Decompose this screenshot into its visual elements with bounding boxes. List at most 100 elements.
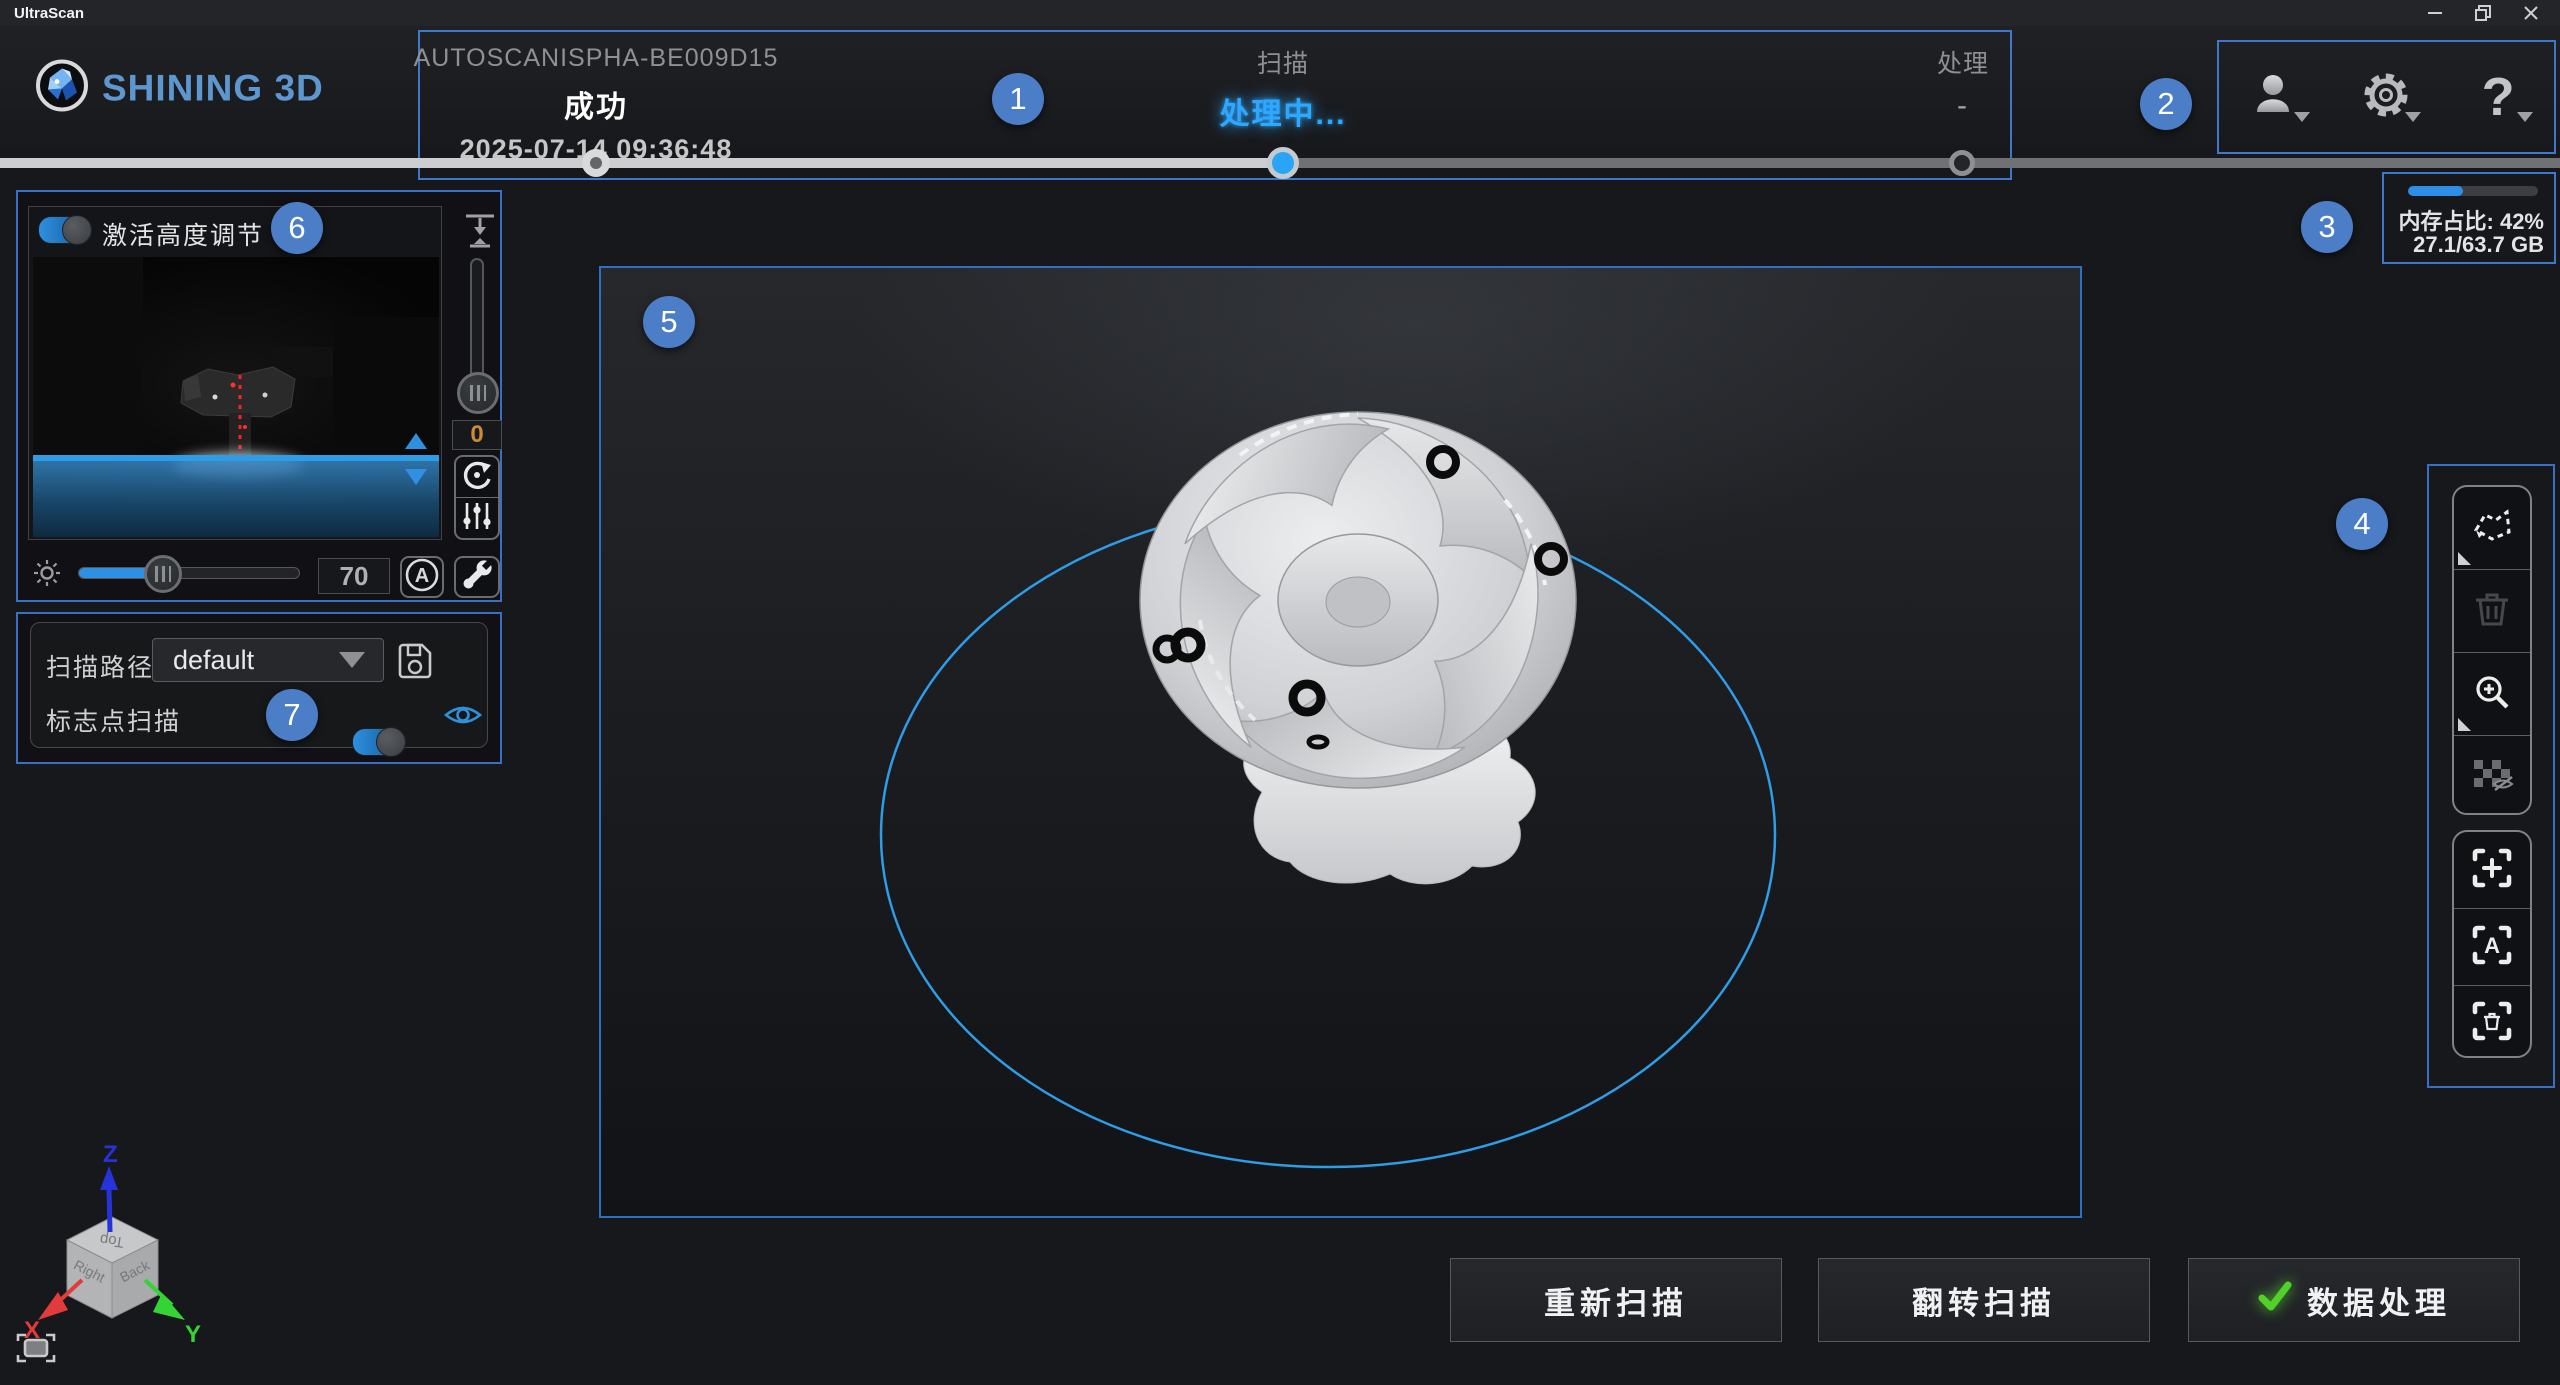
svg-text:A: A [2484,933,2500,958]
user-caret-icon [2294,112,2310,122]
brightness-icon [32,558,62,593]
height-cut-region [33,461,439,537]
cube-face-top-label: Top [99,1230,125,1250]
brand-name: SHINING 3D [102,67,324,109]
lasso-select-icon [2470,506,2514,551]
reset-rotation-button[interactable] [454,455,500,499]
annotation-badge-7: 7 [266,689,318,741]
height-adjust-toggle-label: 激活高度调节 [102,216,264,252]
brightness-slider-knob[interactable] [144,555,182,593]
annotation-badge-5: 5 [643,296,695,348]
knob-grip-lines [470,385,486,401]
camera-preview [33,257,439,537]
zoom-tool-button[interactable] [2454,653,2530,736]
close-button[interactable] [2516,2,2546,24]
wizard-node-active [1267,147,1299,179]
memory-bar-fill [2408,186,2463,196]
height-value-field[interactable]: 0 [452,420,502,450]
user-menu-button[interactable] [2240,62,2310,132]
memory-usage-label: 27.1/63.7 GB [2413,232,2544,258]
view-tool-group: A [2452,830,2532,1058]
annotation-badge-6: 6 [271,202,323,254]
floppy-save-icon [396,642,434,680]
help-icon: ? [2482,70,2515,124]
scan-path-select[interactable]: default [152,638,384,682]
arrow-down-icon [405,469,427,485]
equalizer-icon [460,499,494,538]
data-process-button[interactable]: 数据处理 [2188,1258,2520,1342]
settings-caret-icon [2405,112,2421,122]
step-scan-label: 扫描 [1023,44,1543,80]
annotation-badge-4: 4 [2336,498,2388,550]
frame-a-icon: A [2471,924,2513,971]
wizard-node-pending [1949,150,1975,176]
save-path-button[interactable] [396,642,434,685]
app-title: UltraScan [14,5,84,22]
flip-scan-button-label: 翻转扫描 [1912,1278,2056,1323]
checkerboard-eye-off-icon [2470,754,2514,799]
eye-icon [444,698,482,732]
annotation-badge-2: 2 [2140,78,2192,130]
auto-align-button[interactable]: A [2454,909,2530,986]
annotation-badge-3: 3 [2301,201,2353,253]
flyout-corner-indicator [2458,552,2471,565]
rescan-button-label: 重新扫描 [1544,1278,1688,1323]
trash-icon [2472,589,2512,634]
rescan-button[interactable]: 重新扫描 [1450,1258,1782,1342]
brightness-slider-track[interactable] [78,567,300,579]
wizard-node-done [582,149,610,177]
annotation-badge-1: 1 [992,73,1044,125]
account-toolbar: ? [2217,40,2556,154]
titlebar: UltraScan [0,0,2560,26]
brightness-value-field[interactable]: 70 [318,558,390,594]
scan-3d-viewport[interactable] [599,266,2082,1218]
brand-logo: SHINING 3D [36,60,324,117]
memory-usage-panel: 内存占比: 42% 27.1/63.7 GB [2382,172,2556,264]
selection-tool-group [2452,485,2532,815]
camera-settings-button[interactable] [454,498,500,540]
scan-path-label: 扫描路径 [46,648,154,684]
svg-text:A: A [415,565,429,587]
step-project-status: 成功 [336,82,856,126]
help-menu-button[interactable]: ? [2463,62,2533,132]
wizard-step-project: AUTOSCANISPHA-BE009D15 成功 2025-07-14 09:… [336,44,856,165]
tools-button[interactable] [454,556,500,598]
help-caret-icon [2517,112,2533,122]
reset-rotation-icon [460,458,494,497]
delete-selection-button[interactable] [2454,570,2530,653]
wizard-step-scan: 扫描 处理中... [1023,44,1543,133]
minimize-button[interactable] [2420,2,2450,24]
data-process-button-label: 数据处理 [2307,1278,2451,1323]
auto-circle-icon: A [404,557,440,598]
lasso-select-button[interactable] [2454,487,2530,570]
scan-path-selected-value: default [173,645,254,676]
marker-scan-toggle-knob [376,727,406,757]
brand-sphere-icon [36,60,88,117]
step-project-name: AUTOSCANISPHA-BE009D15 [336,44,856,73]
check-icon [2257,1278,2293,1322]
wizard-progress-fill [0,158,1283,168]
marker-scan-toggle[interactable] [352,728,406,756]
settings-menu-button[interactable] [2351,62,2421,132]
chevron-down-icon [339,652,365,668]
wrench-icon [459,557,495,598]
maximize-button[interactable] [2468,2,2498,24]
flyout-corner-indicator [2458,718,2471,731]
magnifier-plus-icon [2471,671,2513,718]
flip-scan-button[interactable]: 翻转扫描 [1818,1258,2150,1342]
memory-bar [2408,186,2538,196]
delete-scan-button[interactable] [2454,986,2530,1058]
window-controls [2420,0,2554,26]
toggle-texture-button[interactable] [2454,736,2530,815]
height-adjust-toggle[interactable] [38,216,92,244]
fit-view-button[interactable] [16,1332,56,1369]
step-scan-status: 处理中... [1023,89,1543,133]
auto-brightness-button[interactable]: A [400,556,444,598]
arrow-up-icon [405,433,427,449]
marker-visibility-button[interactable] [444,698,482,737]
step-process-label: 处理 [1703,44,2223,80]
scan-scene [601,268,2080,1216]
fit-view-icon [16,1332,56,1364]
add-scan-button[interactable] [2454,832,2530,909]
height-slider-knob[interactable] [457,372,499,414]
